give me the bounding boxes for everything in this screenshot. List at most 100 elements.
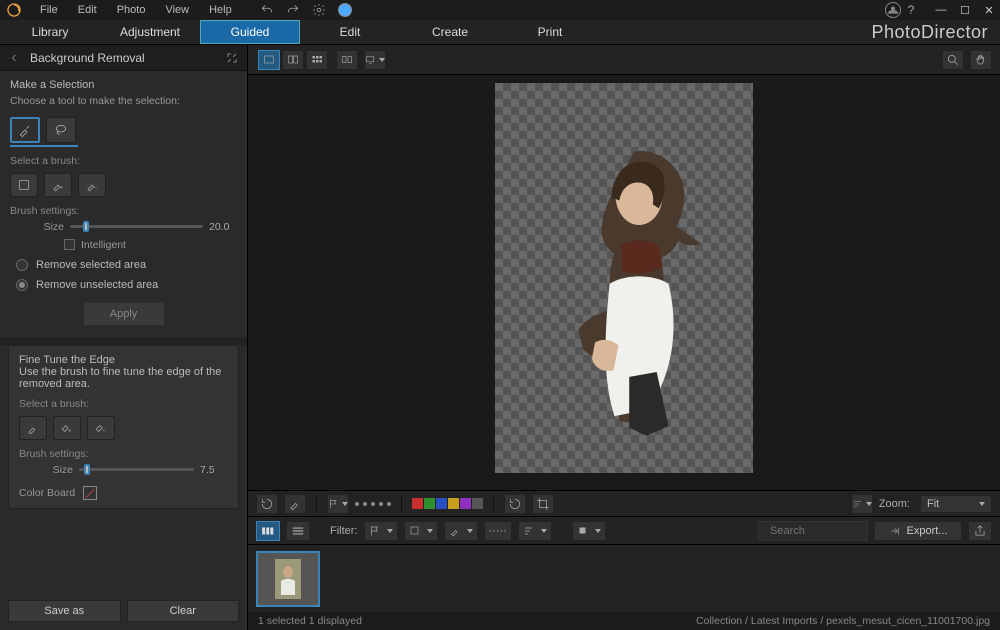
rotate-handle-icon[interactable]: [256, 494, 278, 514]
apply-button[interactable]: Apply: [84, 303, 164, 325]
share-icon[interactable]: [968, 521, 992, 541]
tab-adjustment[interactable]: Adjustment: [100, 20, 200, 44]
lasso-tool[interactable]: [46, 117, 76, 143]
menu-help[interactable]: Help: [199, 1, 242, 19]
svg-text:+: +: [68, 428, 72, 434]
list-view-icon[interactable]: [286, 521, 310, 541]
notification-icon[interactable]: [336, 1, 354, 19]
adjustment-toolbar: Zoom: Fit: [248, 490, 1000, 516]
zoom-value: Fit: [927, 498, 939, 510]
fine-tune-header: Fine Tune the Edge: [19, 354, 228, 366]
make-selection-desc: Choose a tool to make the selection:: [10, 95, 237, 109]
filter-sort-icon[interactable]: [518, 521, 552, 541]
brush-settings-label: Brush settings:: [10, 205, 237, 217]
menu-photo[interactable]: Photo: [107, 1, 156, 19]
filter-label: Filter:: [330, 525, 358, 537]
add-brush[interactable]: +: [44, 173, 72, 197]
fine-tune-panel: Fine Tune the Edge Use the brush to fine…: [8, 345, 239, 509]
thumbnail-strip: [248, 544, 1000, 612]
color-board-swatch[interactable]: [83, 486, 97, 500]
redo-icon[interactable]: [284, 1, 302, 19]
navigator-zoom-icon[interactable]: [942, 50, 964, 70]
fine-brush-erase[interactable]: [19, 416, 47, 440]
remove-selected-label: Remove selected area: [36, 259, 146, 271]
filter-edit-icon[interactable]: [444, 521, 478, 541]
flag-icon[interactable]: [327, 494, 349, 514]
remove-unselected-radio[interactable]: Remove unselected area: [10, 279, 237, 291]
close-icon[interactable]: ✕: [982, 4, 996, 17]
size-slider[interactable]: Size 20.0: [10, 221, 237, 233]
panel-expand-icon[interactable]: [223, 51, 241, 65]
tab-print[interactable]: Print: [500, 20, 600, 44]
color-board-row[interactable]: Color Board: [19, 486, 228, 500]
brush-tool-icon[interactable]: [284, 494, 306, 514]
svg-text:+: +: [60, 185, 64, 191]
help-icon[interactable]: ?: [902, 1, 920, 19]
secondary-display-icon[interactable]: [364, 50, 386, 70]
subject-silhouette: [541, 122, 737, 465]
smart-brush-tool[interactable]: [10, 117, 40, 143]
fine-brush-sub[interactable]: −: [87, 416, 115, 440]
menu-view[interactable]: View: [155, 1, 199, 19]
thumbnail-item[interactable]: [256, 551, 320, 607]
filter-label-icon[interactable]: [404, 521, 438, 541]
split-view-icon[interactable]: [282, 50, 304, 70]
status-path: Collection / Latest Imports / pexels_mes…: [696, 615, 990, 627]
zoom-label: Zoom:: [879, 498, 910, 510]
settings-icon[interactable]: [310, 1, 328, 19]
color-labels[interactable]: [412, 498, 483, 509]
pan-hand-icon[interactable]: [970, 50, 992, 70]
user-icon[interactable]: [884, 1, 902, 19]
canvas[interactable]: [248, 75, 1000, 490]
minimize-icon[interactable]: —: [934, 4, 948, 17]
export-button[interactable]: Export...: [874, 521, 962, 541]
tab-guided[interactable]: Guided: [200, 20, 300, 44]
fine-select-brush-label: Select a brush:: [19, 398, 228, 410]
tab-edit[interactable]: Edit: [300, 20, 400, 44]
export-label: Export...: [907, 525, 948, 537]
maximize-icon[interactable]: ☐: [958, 4, 972, 17]
color-board-label: Color Board: [19, 487, 75, 499]
subtract-brush[interactable]: −: [78, 173, 106, 197]
size-value: 20.0: [209, 221, 237, 233]
crop-icon[interactable]: [532, 494, 554, 514]
size-label: Size: [10, 221, 64, 233]
undo-icon[interactable]: [258, 1, 276, 19]
remove-selected-radio[interactable]: Remove selected area: [10, 259, 237, 271]
make-selection-header: Make a Selection: [10, 79, 237, 91]
menu-edit[interactable]: Edit: [68, 1, 107, 19]
grid-view-icon[interactable]: [306, 50, 328, 70]
fine-tune-desc: Use the brush to fine tune the edge of t…: [19, 366, 228, 390]
tab-library[interactable]: Library: [0, 20, 100, 44]
intelligent-checkbox[interactable]: Intelligent: [10, 239, 237, 251]
zoom-select[interactable]: Fit: [920, 495, 992, 513]
stack-icon[interactable]: [572, 521, 606, 541]
fine-brush-settings-label: Brush settings:: [19, 448, 228, 460]
svg-text:−: −: [94, 185, 98, 191]
save-as-button[interactable]: Save as: [8, 600, 121, 622]
window-controls: — ☐ ✕: [934, 4, 996, 17]
single-view-icon[interactable]: [258, 50, 280, 70]
fine-size-slider[interactable]: Size 7.5: [19, 464, 228, 476]
mirror-view-icon[interactable]: [336, 50, 358, 70]
thumb-view-icon[interactable]: [256, 521, 280, 541]
search-box[interactable]: ✕: [758, 521, 868, 541]
intelligent-label: Intelligent: [81, 239, 126, 251]
remove-unselected-label: Remove unselected area: [36, 279, 158, 291]
sort-icon[interactable]: [851, 494, 873, 514]
fine-brush-add[interactable]: +: [53, 416, 81, 440]
fine-size-label: Size: [19, 464, 73, 476]
filter-flag-icon[interactable]: [364, 521, 398, 541]
image-preview: [495, 83, 753, 473]
auto-select-brush[interactable]: [10, 173, 38, 197]
fine-size-value: 7.5: [200, 464, 228, 476]
filter-rating-icon[interactable]: ·····: [484, 521, 512, 541]
workspace: Zoom: Fit Filter: ····· ✕ Export...: [248, 45, 1000, 630]
rotate-ccw-icon[interactable]: [504, 494, 526, 514]
clear-button[interactable]: Clear: [127, 600, 240, 622]
menu-file[interactable]: File: [30, 1, 68, 19]
app-logo-icon: [4, 0, 24, 20]
tab-create[interactable]: Create: [400, 20, 500, 44]
select-brush-label: Select a brush:: [10, 155, 237, 167]
panel-back-icon[interactable]: [6, 52, 26, 64]
